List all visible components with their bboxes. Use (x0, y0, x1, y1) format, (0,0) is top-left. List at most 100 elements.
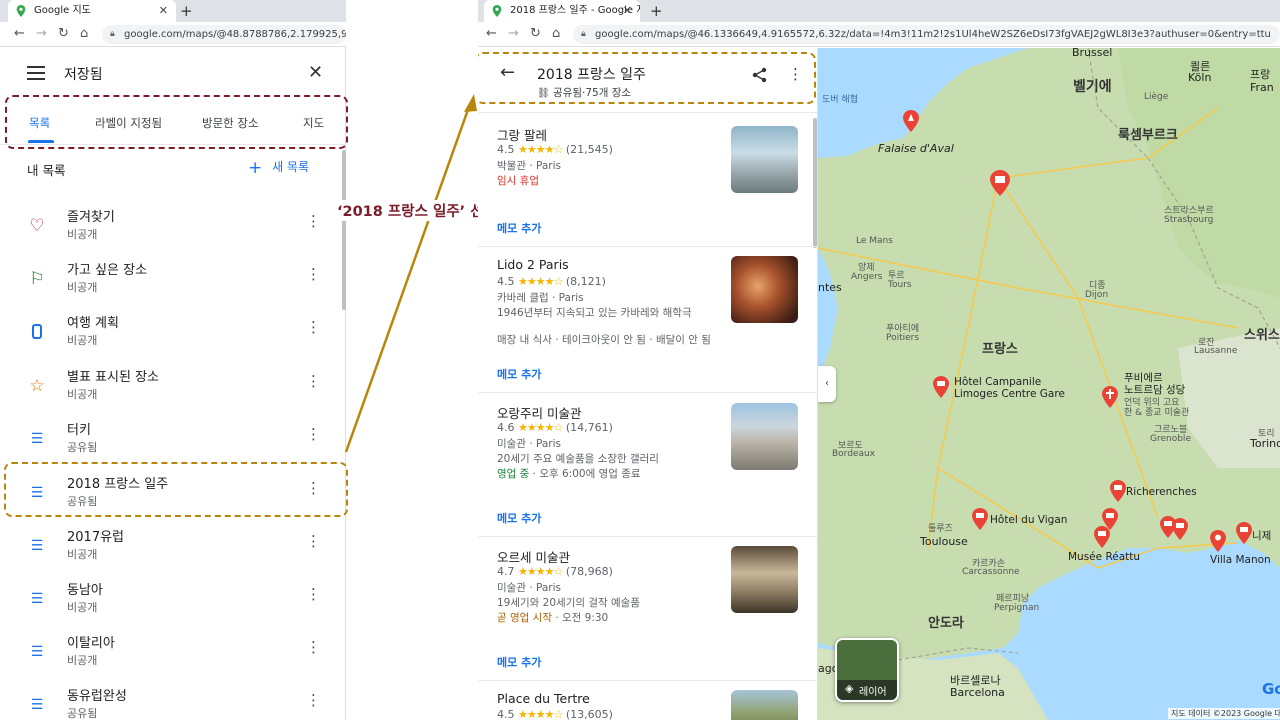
more-options-icon[interactable]: ⋮ (306, 585, 321, 603)
more-options-icon[interactable]: ⋮ (306, 372, 321, 390)
list-item[interactable]: ⚐ 가고 싶은 장소 비공개 ⋮ (0, 255, 340, 308)
place-thumbnail[interactable] (731, 403, 798, 470)
add-note-button[interactable]: 메모 추가 (497, 654, 541, 670)
place-type: 미술관 · Paris (497, 582, 561, 594)
list-item[interactable]: ☰ 동유럽완성 공유됨 ⋮ (0, 681, 340, 720)
url-text: google.com/maps/@48.8788786,2.179925,9.8… (124, 29, 346, 40)
url-text: google.com/maps/@46.1336649,4.9165572,6.… (595, 29, 1271, 40)
new-list-label: 새 목록 (272, 160, 310, 174)
map-label-strasbourg: Strasbourg (1164, 215, 1214, 225)
place-thumbnail[interactable] (731, 126, 798, 193)
place-card[interactable]: 오랑주리 미술관 4.6 ★★★★☆ (14,761) 미술관 · Paris … (478, 393, 818, 537)
reload-icon[interactable]: ↻ (530, 26, 541, 41)
map-label-barcelona: Barcelona (950, 686, 1005, 699)
place-card[interactable]: 그랑 팔레 4.5 ★★★★☆ (21,545) 박물관 · Paris 임시 … (478, 113, 818, 247)
map-label-falaise: Falaise d'Aval (878, 142, 954, 155)
place-card[interactable]: Place du Tertre 4.5 ★★★★☆ (13,605) (478, 681, 818, 720)
home-icon[interactable]: ⌂ (80, 26, 88, 41)
list-title: 동유럽완성 (67, 689, 127, 704)
close-tab-icon[interactable]: ✕ (623, 0, 632, 22)
more-options-icon[interactable]: ⋮ (306, 425, 321, 443)
hotel-pin-icon[interactable] (1172, 518, 1188, 540)
list-item[interactable]: ☆ 별표 표시된 장소 비공개 ⋮ (0, 362, 340, 415)
hotel-pin-icon[interactable] (972, 508, 988, 530)
map-view[interactable]: Brussel 벨기에 쾰른 Köln Liège 프랑 Fran 룩셈부르크 … (818, 48, 1280, 720)
map-label-villa-manon: Villa Manon (1210, 554, 1271, 566)
close-tab-icon[interactable]: ✕ (159, 0, 168, 22)
back-arrow-icon[interactable]: ← (14, 26, 25, 41)
list-item[interactable]: ♡ 즐겨찾기 비공개 ⋮ (0, 202, 340, 255)
place-thumbnail[interactable] (731, 256, 798, 323)
forward-arrow-icon[interactable]: → (508, 26, 519, 41)
list-title: 동남아 (67, 583, 103, 598)
more-options-icon[interactable]: ⋮ (306, 532, 321, 550)
map-label-liege: Liège (1144, 92, 1169, 102)
place-thumbnail[interactable] (731, 690, 798, 720)
add-note-button[interactable]: 메모 추가 (497, 366, 541, 382)
more-options-icon[interactable]: ⋮ (306, 265, 321, 283)
place-thumbnail[interactable] (731, 546, 798, 613)
list-title: 이탈리아 (67, 636, 115, 651)
place-rating: 4.5 ★★★★☆ (13,605) (497, 708, 613, 720)
map-label-luxembourg: 룩셈부르크 (1118, 128, 1178, 143)
section-title: 내 목록 (27, 163, 66, 178)
forward-arrow-icon[interactable]: → (36, 26, 47, 41)
place-card[interactable]: Lido 2 Paris 4.5 ★★★★☆ (8,121) 카바레 클럽 · … (478, 247, 818, 393)
more-options-icon[interactable]: ⋮ (306, 691, 321, 709)
annotation-label: ‘2018 프랑스 일주’ 선택 (337, 200, 497, 221)
map-label-nantes: ntes (818, 281, 842, 294)
hotel-pin-icon[interactable] (1110, 480, 1126, 502)
home-icon[interactable]: ⌂ (552, 26, 560, 41)
browser-tab[interactable]: Google 지도 ✕ (8, 0, 176, 22)
list-item[interactable]: ☰ 터키 공유됨 ⋮ (0, 415, 340, 468)
list-title: 별표 표시된 장소 (67, 370, 159, 385)
close-icon[interactable]: ✕ (308, 62, 323, 83)
menu-icon[interactable] (27, 66, 45, 80)
place-card[interactable]: 오르세 미술관 4.7 ★★★★☆ (78,968) 미술관 · Paris 1… (478, 537, 818, 681)
hotel-pin-icon[interactable] (933, 376, 949, 398)
add-note-button[interactable]: 메모 추가 (497, 220, 541, 236)
list-item[interactable]: ☰ 이탈리아 비공개 ⋮ (0, 628, 340, 681)
map-pin-icon[interactable] (1210, 530, 1226, 552)
browser-tab[interactable]: 2018 프랑스 일주 - Google 지도 ✕ (484, 0, 640, 22)
map-label-andorra: 안도라 (928, 616, 964, 631)
list-item[interactable]: ☰ 2017유럽 비공개 ⋮ (0, 522, 340, 575)
layers-button[interactable]: ◈ 레이어 (835, 638, 899, 702)
left-browser-window: Google 지도 ✕ + ← → ↻ ⌂ 🔒︎ google.com/maps… (0, 0, 348, 720)
more-options-icon[interactable]: ⋮ (306, 318, 321, 336)
museum-pin-icon[interactable] (1094, 526, 1110, 548)
review-count: (21,545) (565, 143, 613, 156)
selected-list-highlight-box (4, 462, 348, 517)
list-icon: ☰ (30, 538, 44, 554)
url-field[interactable]: 🔒︎ google.com/maps/@48.8788786,2.179925,… (102, 25, 346, 44)
reload-icon[interactable]: ↻ (58, 26, 69, 41)
hotel-pin-icon[interactable] (1236, 522, 1252, 544)
rating-value: 4.5 (497, 143, 515, 156)
map-pin-icon[interactable] (903, 110, 919, 132)
list-header-highlight-box (478, 52, 816, 104)
list-item[interactable]: ☰ 동남아 비공개 ⋮ (0, 575, 340, 628)
map-label-torino: Torino (1250, 437, 1280, 450)
place-rating: 4.6 ★★★★☆ (14,761) (497, 421, 613, 434)
more-options-icon[interactable]: ⋮ (306, 212, 321, 230)
place-hours: 곧 영업 시작 · 오전 9:30 (497, 610, 608, 625)
tabs-highlight-box (5, 95, 348, 149)
new-tab-button[interactable]: + (650, 0, 663, 22)
plus-icon: + (248, 158, 263, 178)
new-list-button[interactable]: + 새 목록 (248, 158, 309, 178)
google-logo: Go (1262, 680, 1280, 698)
list-item[interactable]: 여행 계획 비공개 ⋮ (0, 308, 340, 361)
review-count: (14,761) (565, 421, 613, 434)
church-pin-icon[interactable] (1102, 386, 1118, 408)
more-options-icon[interactable]: ⋮ (306, 638, 321, 656)
map-attribution: 지도 데이터 ©2023 Google 대 (1168, 708, 1280, 719)
collapse-panel-button[interactable]: ‹ (818, 366, 836, 402)
museum-pin-icon[interactable] (990, 170, 1010, 196)
place-rating: 4.5 ★★★★☆ (21,545) (497, 143, 613, 156)
new-tab-button[interactable]: + (180, 0, 193, 22)
add-note-button[interactable]: 메모 추가 (497, 510, 541, 526)
place-hours-text: · 오후 6:00에 영업 종료 (529, 468, 641, 480)
place-name: 오랑주리 미술관 (497, 406, 582, 421)
url-field[interactable]: 🔒︎ google.com/maps/@46.1336649,4.9165572… (573, 25, 1280, 44)
back-arrow-icon[interactable]: ← (486, 26, 497, 41)
